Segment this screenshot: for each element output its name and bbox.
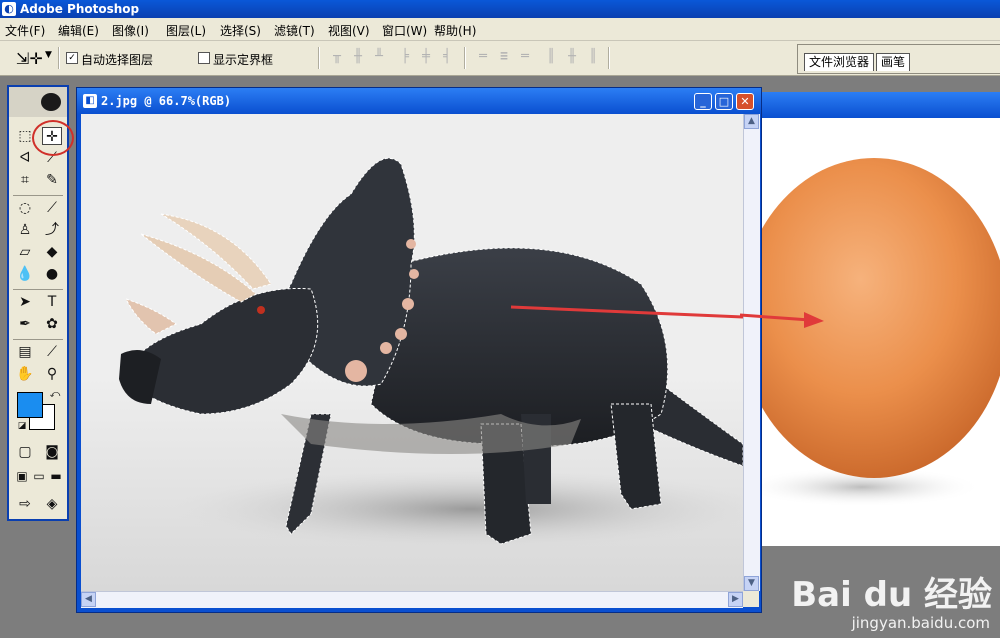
align-bottom-icon[interactable]: ╨	[370, 49, 388, 65]
lasso-tool-icon[interactable]: ᐊ	[15, 149, 35, 167]
align-left-icon[interactable]: ╞	[396, 49, 414, 65]
path-selection-tool-icon[interactable]: ➤	[15, 293, 35, 311]
crop-tool-icon[interactable]: ⌗	[15, 171, 35, 189]
app-title-bar: ◐ Adobe Photoshop	[0, 0, 1000, 18]
palette-well: 文件浏览器 画笔	[797, 44, 1000, 74]
distribute-vcenter-icon[interactable]: ≡	[495, 49, 513, 65]
distribute-left-icon[interactable]: ║	[542, 49, 560, 65]
standard-mode-icon[interactable]: ▢	[15, 443, 35, 461]
auto-select-layer-label: 自动选择图层	[81, 53, 154, 67]
foreground-color-swatch[interactable]	[17, 392, 43, 418]
menu-layer[interactable]: 图层(L)	[166, 22, 206, 39]
app-title: Adobe Photoshop	[20, 2, 140, 16]
options-separator	[608, 47, 610, 69]
menu-filter[interactable]: 滤镜(T)	[274, 22, 315, 39]
distribute-right-icon[interactable]: ║	[584, 49, 602, 65]
resize-grip[interactable]	[743, 591, 759, 607]
menu-view[interactable]: 视图(V)	[328, 22, 370, 39]
options-separator	[464, 47, 466, 69]
pen-tool-icon[interactable]: ✒	[15, 315, 35, 333]
tab-file-browser[interactable]: 文件浏览器	[804, 53, 875, 71]
blur-tool-icon[interactable]: 💧	[15, 265, 35, 283]
document-icon: ◧	[83, 94, 97, 108]
jump-to-imageready-icon[interactable]: ⇨	[15, 495, 35, 513]
triceratops-photo	[119, 157, 743, 549]
minimize-button[interactable]: _	[694, 93, 712, 110]
quick-mask-mode-icon[interactable]: ◙	[42, 443, 62, 461]
options-separator	[58, 47, 60, 69]
document-title: 2.jpg @ 66.7%(RGB)	[101, 94, 232, 108]
chevron-down-icon[interactable]: ▼	[45, 50, 52, 60]
scroll-down-icon[interactable]: ▼	[744, 576, 759, 591]
show-bounding-box-label: 显示定界框	[213, 53, 274, 67]
custom-shape-tool-icon[interactable]: ✿	[42, 315, 62, 333]
toolbox-separator	[13, 195, 63, 196]
photoshop-logo-icon: ◐	[2, 2, 16, 16]
menu-image[interactable]: 图像(I)	[112, 22, 149, 39]
document-title-bar[interactable]: ◧ 2.jpg @ 66.7%(RGB) _ □ ✕	[77, 88, 761, 114]
baidu-watermark-url: jingyan.baidu.com	[851, 614, 990, 632]
toolbox-separator	[13, 289, 63, 290]
swap-colors-icon[interactable]: ⤺	[45, 389, 65, 407]
paint-bucket-tool-icon[interactable]: ◆	[42, 243, 62, 261]
default-colors-icon[interactable]: ◪	[12, 421, 32, 439]
scroll-left-icon[interactable]: ◀	[81, 592, 96, 607]
vertical-scrollbar[interactable]: ▲ ▼	[743, 114, 760, 591]
horizontal-scrollbar[interactable]: ◀ ▶	[81, 591, 743, 608]
annotation-arrow	[740, 312, 824, 328]
toolbox-separator	[13, 339, 63, 340]
slice-tool-icon[interactable]: ✎	[42, 171, 62, 189]
menu-select[interactable]: 选择(S)	[220, 22, 261, 39]
dodge-tool-icon[interactable]: ●	[42, 265, 62, 283]
show-bounding-box-checkbox[interactable]	[198, 52, 210, 64]
imageready-icon[interactable]: ◈	[42, 495, 62, 513]
move-tool-preset-icon[interactable]: ⇲✛	[16, 49, 43, 68]
notes-tool-icon[interactable]: ▤	[15, 343, 35, 361]
distribute-bottom-icon[interactable]: ═	[516, 49, 534, 65]
adobe-eye-icon[interactable]	[41, 93, 61, 111]
menu-file[interactable]: 文件(F)	[5, 22, 45, 39]
healing-brush-tool-icon[interactable]: ◌	[15, 199, 35, 217]
clone-stamp-tool-icon[interactable]: ♙	[15, 221, 35, 239]
close-button[interactable]: ✕	[736, 93, 754, 110]
full-screen-mode-icon[interactable]: ▬	[46, 469, 66, 487]
align-hcenter-icon[interactable]: ╪	[417, 49, 435, 65]
auto-select-layer-checkbox[interactable]: ✓	[66, 52, 78, 64]
eyedropper-tool-icon[interactable]: ⟋	[42, 343, 62, 361]
align-right-icon[interactable]: ╡	[438, 49, 456, 65]
document-window: ◧ 2.jpg @ 66.7%(RGB) _ □ ✕ ▲ ▼ ◀ ▶	[76, 87, 762, 613]
type-tool-icon[interactable]: T	[42, 293, 62, 311]
history-brush-tool-icon[interactable]: ⤴	[42, 221, 62, 239]
menu-edit[interactable]: 编辑(E)	[58, 22, 99, 39]
menu-window[interactable]: 窗口(W)	[382, 22, 427, 39]
scroll-up-icon[interactable]: ▲	[744, 114, 759, 129]
distribute-hcenter-icon[interactable]: ╫	[563, 49, 581, 65]
brush-tool-icon[interactable]: ⟋	[42, 199, 62, 217]
options-separator	[318, 47, 320, 69]
eraser-tool-icon[interactable]: ▱	[15, 243, 35, 261]
maximize-button[interactable]: □	[715, 93, 733, 110]
menu-bar: 文件(F) 编辑(E) 图像(I) 图层(L) 选择(S) 滤镜(T) 视图(V…	[0, 18, 1000, 41]
zoom-tool-icon[interactable]: ⚲	[42, 365, 62, 383]
annotation-circle	[32, 120, 74, 156]
menu-help[interactable]: 帮助(H)	[434, 22, 476, 39]
toolbox-header[interactable]	[9, 87, 67, 117]
baidu-watermark: Bai du 经验	[791, 575, 992, 615]
hand-tool-icon[interactable]: ✋	[15, 365, 35, 383]
scroll-right-icon[interactable]: ▶	[728, 592, 743, 607]
tab-brushes[interactable]: 画笔	[876, 53, 911, 71]
align-top-icon[interactable]: ╥	[328, 49, 346, 65]
distribute-top-icon[interactable]: ═	[474, 49, 492, 65]
image-canvas[interactable]	[81, 114, 743, 591]
align-vcenter-icon[interactable]: ╫	[349, 49, 367, 65]
